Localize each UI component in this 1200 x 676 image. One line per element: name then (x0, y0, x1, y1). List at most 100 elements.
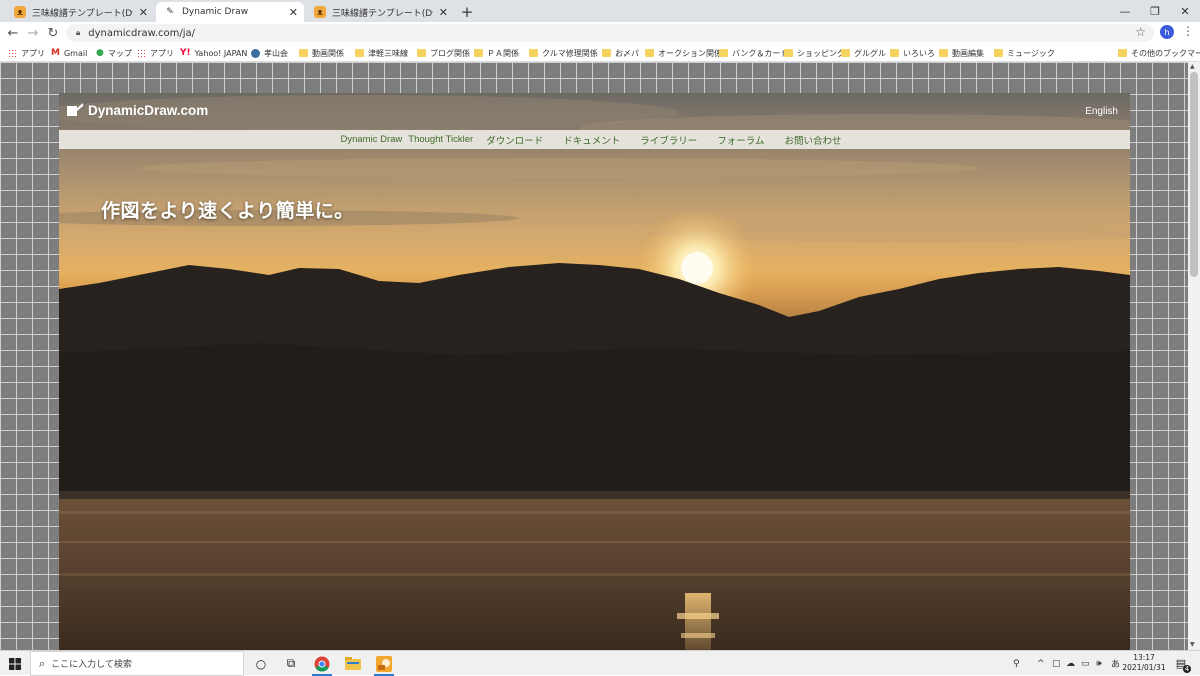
bookmark-folder[interactable]: クルマ修理関係 (529, 46, 598, 60)
back-arrow-icon[interactable]: ← (4, 24, 22, 42)
hero-section: DynamicDraw.com English Dynamic Draw Tho… (59, 93, 1130, 650)
bookmark-label: アプリ (21, 48, 45, 58)
yahoo-icon: Y! (180, 48, 191, 58)
page-viewport: DynamicDraw.com English Dynamic Draw Tho… (0, 62, 1200, 650)
bookmark-label: 孝山会 (264, 48, 288, 58)
site-logo-text: DynamicDraw.com (88, 102, 209, 118)
bookmark-other[interactable]: その他のブックマーク (1118, 46, 1200, 60)
folder-icon (1118, 49, 1127, 57)
volume-icon[interactable]: 🕪︎ (1096, 651, 1102, 676)
bookmark-label: ＰＡ関係 (487, 48, 519, 58)
close-tab-icon[interactable]: ✕ (439, 6, 448, 19)
browser-tab-3[interactable]: ᴥ 三味線譜テンプレート(Dynamic Draw… ✕ (306, 2, 454, 22)
bookmark-folder[interactable]: バンク＆カード (719, 46, 788, 60)
address-bar[interactable]: 🔒︎ dynamicdraw.com/ja/ ☆ (66, 24, 1154, 42)
nav-download[interactable]: ダウンロード (486, 133, 543, 147)
page-scrollbar[interactable]: ▲ ▼ (1188, 62, 1200, 650)
folder-icon (719, 49, 728, 57)
app-icon[interactable] (369, 651, 399, 676)
onedrive-icon[interactable]: ☁ (1066, 651, 1075, 676)
nav-thought-tickler[interactable]: Thought Tickler (408, 134, 473, 145)
tab-strip: ᴥ 三味線譜テンプレート(Dynamic Draw… ✕ ✎ Dynamic D… (0, 0, 1200, 22)
hero-tagline: 作図をより速くより簡単に。 (101, 200, 354, 222)
bookmark-folder[interactable]: グルグル (841, 46, 886, 60)
nav-forum[interactable]: フォーラム (717, 133, 764, 147)
search-placeholder: ここに入力して検索 (51, 660, 132, 670)
task-view-icon[interactable]: ⧉ (276, 651, 306, 676)
nav-dynamic-draw[interactable]: Dynamic Draw (341, 134, 403, 145)
network-icon[interactable]: ▭ (1081, 651, 1090, 676)
browser-menu-icon[interactable]: ⋮ (1182, 24, 1194, 38)
bookmark-label: ブログ関係 (430, 48, 470, 58)
nav-document[interactable]: ドキュメント (563, 133, 620, 147)
cat-favicon-icon: ᴥ (14, 6, 26, 18)
bookmark-label: クルマ修理関係 (542, 48, 598, 58)
site-logo[interactable]: DynamicDraw.com (66, 102, 208, 118)
bookmark-apps[interactable]: アプリ (8, 46, 45, 60)
bookmark-kozankai[interactable]: 孝山会 (251, 46, 288, 60)
notification-center-icon[interactable]: ▤ 4 (1173, 655, 1192, 673)
bookmark-apps-2[interactable]: アプリ (137, 46, 174, 60)
profile-avatar[interactable]: h (1160, 25, 1174, 39)
wordpress-icon (251, 48, 260, 58)
bookmark-label: 動画関係 (312, 48, 344, 58)
bookmark-label: Gmail (63, 48, 88, 58)
window-close-icon[interactable]: ✕ (1170, 0, 1200, 22)
folder-icon (994, 49, 1003, 57)
bookmark-yahoo[interactable]: Y! Yahoo! JAPAN (180, 46, 247, 60)
bookmark-folder[interactable]: ＰＡ関係 (474, 46, 519, 60)
bookmark-folder[interactable]: オークション関係 (645, 46, 722, 60)
minimize-icon[interactable]: — (1110, 0, 1140, 22)
tray-chevron-icon[interactable]: ^ (1037, 651, 1045, 676)
bookmark-folder[interactable]: ショッピング (784, 46, 845, 60)
browser-tab-1[interactable]: ᴥ 三味線譜テンプレート(Dynamic Draw… ✕ (6, 2, 154, 22)
maps-pin-icon: ● (96, 48, 104, 58)
bookmark-maps[interactable]: ● マップ (96, 46, 132, 60)
ime-indicator[interactable]: あ (1111, 651, 1120, 676)
new-tab-icon[interactable]: + (458, 3, 476, 21)
folder-icon (474, 49, 483, 57)
clock-time: 13:17 (1133, 653, 1155, 662)
bookmark-folder[interactable]: 動画関係 (299, 46, 344, 60)
bookmark-folder[interactable]: ミュージック (994, 46, 1055, 60)
taskbar-clock[interactable]: 13:17 2021/01/31 (1120, 653, 1168, 673)
restore-icon[interactable]: ❐ (1140, 0, 1170, 22)
windows-taskbar: ⌕ ここに入力して検索 ○ ⧉ ⚲ ^ ▢ ☁ ▭ 🕪︎ あ 13:17 202… (0, 650, 1200, 676)
chrome-icon[interactable] (307, 651, 337, 676)
forward-arrow-icon[interactable]: → (24, 24, 42, 42)
bookmark-label: グルグル (854, 48, 886, 58)
taskbar-search-box[interactable]: ⌕ ここに入力して検索 (30, 651, 244, 676)
reload-icon[interactable]: ↻ (44, 24, 62, 42)
file-explorer-icon[interactable] (338, 651, 368, 676)
close-tab-icon[interactable]: ✕ (289, 6, 298, 19)
scrollbar-thumb[interactable] (1190, 72, 1198, 277)
bookmark-label: バンク＆カード (732, 48, 789, 58)
bookmark-folder[interactable]: ブログ関係 (417, 46, 470, 60)
bookmark-label: ショッピング (797, 48, 845, 58)
bookmark-gmail[interactable]: M Gmail (51, 46, 87, 60)
scroll-up-icon[interactable]: ▲ (1190, 63, 1195, 70)
scroll-down-icon[interactable]: ▼ (1190, 641, 1195, 648)
folder-icon (529, 49, 538, 57)
folder-icon (355, 49, 364, 57)
nav-contact[interactable]: お問い合わせ (784, 133, 841, 147)
cortana-icon[interactable]: ○ (246, 651, 276, 676)
close-tab-icon[interactable]: ✕ (139, 6, 148, 19)
english-link[interactable]: English (1085, 106, 1118, 117)
bookmark-folder[interactable]: 津軽三味線 (355, 46, 408, 60)
tab-title: Dynamic Draw (182, 7, 249, 17)
bookmark-folder[interactable]: 動画編集 (939, 46, 984, 60)
browser-tab-2[interactable]: ✎ Dynamic Draw ✕ (156, 2, 304, 22)
clock-date: 2021/01/31 (1122, 663, 1166, 672)
apps-grid-icon (8, 48, 17, 58)
bookmark-folder[interactable]: いろいろ (890, 46, 935, 60)
bookmark-label: お〆パ (615, 48, 639, 58)
nav-library[interactable]: ライブラリー (640, 133, 697, 147)
start-windows-icon[interactable] (0, 651, 30, 676)
folder-icon (417, 49, 426, 57)
bookmark-star-icon[interactable]: ☆ (1135, 25, 1146, 39)
tray-app-icon[interactable]: ▢ (1052, 651, 1061, 676)
bookmark-folder[interactable]: お〆パ (602, 46, 639, 60)
people-icon[interactable]: ⚲ (1013, 651, 1020, 676)
bookmark-label: 津軽三味線 (368, 48, 408, 58)
